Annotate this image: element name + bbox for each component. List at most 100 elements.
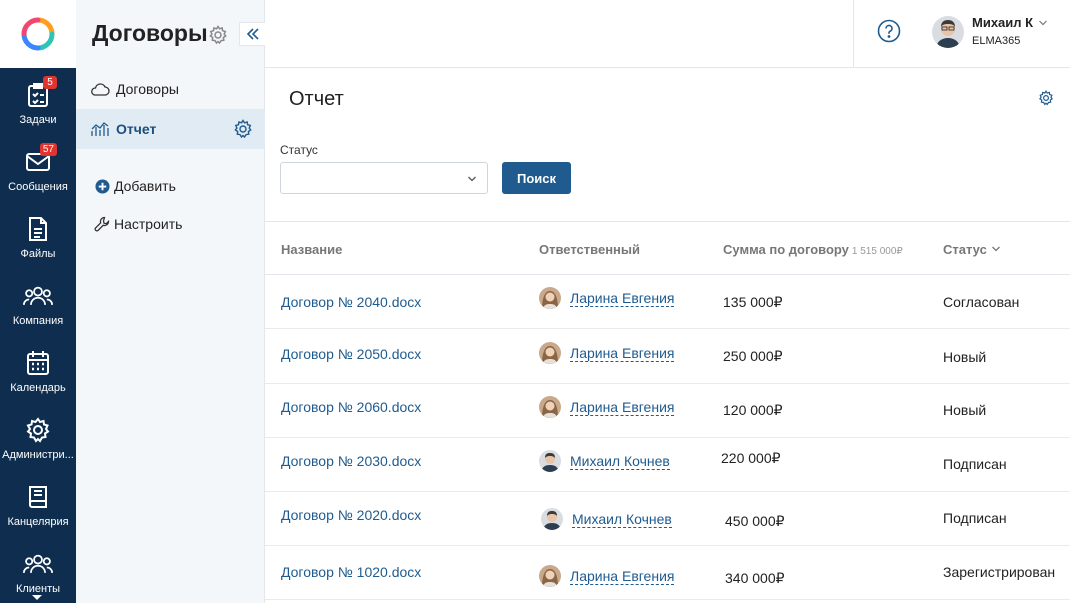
page-settings-gear-icon[interactable] [1038,90,1054,106]
clients-icon [23,554,53,573]
messages-badge: 57 [39,143,57,156]
calendar-icon [27,351,49,375]
office-book-icon [29,486,47,508]
owner-cell: Ларина Евгения [539,342,675,364]
rail-item-messages[interactable]: 57 Сообщения [0,135,76,202]
owner-link[interactable]: Михаил Кочнев [570,453,670,470]
contract-name-link[interactable]: Договор № 2060.docx [281,399,421,415]
sort-chevron-down-icon [991,246,1000,252]
chevron-down-icon [468,176,476,182]
chevron-down-icon[interactable] [1038,18,1048,28]
owner-link[interactable]: Ларина Евгения [570,568,675,585]
column-header-status[interactable]: Статус [943,242,1001,257]
rail-scroll-down-icon[interactable] [32,595,42,600]
contract-name-link[interactable]: Договор № 2030.docx [281,453,421,469]
table-row[interactable]: Договор № 2030.docx Михаил Кочнев 220 00… [265,438,1070,492]
rail-item-clients[interactable]: Клиенты [0,537,76,603]
rail-label: Файлы [20,248,56,260]
contract-status: Зарегистрирован [943,564,1056,580]
owner-cell: Михаил Кочнев [539,450,670,472]
rail-label: Администри... [2,449,74,461]
configure-label: Настроить [114,216,183,232]
user-avatar[interactable] [932,16,964,48]
rail-item-office[interactable]: Канцелярия [0,470,76,537]
column-label: Ответственный [539,242,640,257]
contract-status: Новый [943,349,987,365]
female-avatar [539,287,561,309]
sidebar-item-contracts[interactable]: Договоры [76,69,265,109]
column-header-name[interactable]: Название [281,242,342,257]
app-logo[interactable] [0,0,76,68]
search-button[interactable]: Поиск [502,162,571,194]
rail-label: Задачи [19,114,57,126]
rail-label: Компания [12,315,64,327]
contract-sum: 450 000₽ [725,513,785,529]
contract-name-link[interactable]: Договор № 2040.docx [281,294,421,310]
table-row[interactable]: Договор № 2020.docx Михаил Кочнев 450 00… [265,492,1070,546]
rail-item-files[interactable]: Файлы [0,202,76,269]
male-avatar [541,508,563,530]
report-settings-gear-icon[interactable] [233,119,253,139]
column-label: Статус [943,242,987,257]
rail-item-calendar[interactable]: Календарь [0,336,76,403]
rail-item-company[interactable]: Компания [0,269,76,336]
table-row[interactable]: Договор № 2040.docx Ларина Евгения 135 0… [265,275,1070,329]
sum-total: 1 515 000₽ [851,246,903,257]
section-sidebar: Договоры Договоры Отчет Добавить Настрои… [76,0,265,603]
section-settings-gear-icon[interactable] [208,25,228,45]
column-header-sum[interactable]: Сумма по договору 1 515 000₽ [723,242,903,257]
add-label: Добавить [114,178,176,194]
contract-name-link[interactable]: Договор № 2050.docx [281,346,421,362]
status-filter-select[interactable] [280,162,488,194]
section-title: Договоры [92,20,208,46]
owner-cell: Ларина Евгения [539,565,675,587]
contract-sum: 120 000₽ [723,402,783,418]
male-avatar [539,450,561,472]
double-chevron-left-icon [246,28,259,40]
admin-gear-icon [26,417,50,443]
table-divider [265,221,1070,222]
contract-sum: 220 000₽ [721,450,781,466]
contract-status: Согласован [943,294,1020,310]
owner-cell: Ларина Евгения [539,287,675,309]
table-row[interactable]: Договор № 1020.docx Ларина Евгения 340 0… [265,546,1070,600]
contract-status: Новый [943,402,987,418]
collapse-sidebar-button[interactable] [239,22,265,46]
header-divider [853,0,854,67]
files-icon [29,217,47,241]
table-row[interactable]: Договор № 2050.docx Ларина Евгения 250 0… [265,330,1070,384]
owner-cell: Ларина Евгения [539,396,675,418]
contract-name-link[interactable]: Договор № 1020.docx [281,564,421,580]
owner-link[interactable]: Михаил Кочнев [572,511,672,528]
rail-label: Канцелярия [7,516,69,528]
female-avatar [539,565,561,587]
column-label: Название [281,242,343,257]
wrench-icon [94,216,110,232]
main-content: Отчет Статус Поиск Название Ответственны… [265,68,1070,603]
rail-label: Сообщения [8,181,68,193]
configure-button[interactable]: Настроить [94,216,182,232]
contract-name-link[interactable]: Договор № 2020.docx [281,507,421,523]
owner-link[interactable]: Ларина Евгения [570,345,675,362]
company-icon [23,286,53,305]
table-row[interactable]: Договор № 2060.docx Ларина Евгения 120 0… [265,384,1070,438]
sidebar-item-report[interactable]: Отчет [76,109,265,149]
add-button[interactable]: Добавить [94,178,176,194]
logo-icon [21,17,55,51]
owner-link[interactable]: Ларина Евгения [570,399,675,416]
help-icon[interactable] [877,19,901,43]
tasks-badge: 5 [43,76,57,89]
column-header-owner[interactable]: Ответственный [539,242,640,257]
user-name[interactable]: Михаил К [972,15,1033,30]
rail-item-tasks[interactable]: 5 Задачи [0,68,76,135]
rail-item-admin[interactable]: Администри... [0,403,76,470]
female-avatar [539,342,561,364]
plus-circle-icon [94,178,110,194]
cloud-icon [91,83,110,96]
contract-sum: 340 000₽ [725,570,785,586]
sidebar-item-label: Отчет [116,121,157,137]
owner-link[interactable]: Ларина Евгения [570,290,675,307]
contract-sum: 135 000₽ [723,294,783,310]
contract-status: Подписан [943,456,1007,472]
female-avatar [539,396,561,418]
